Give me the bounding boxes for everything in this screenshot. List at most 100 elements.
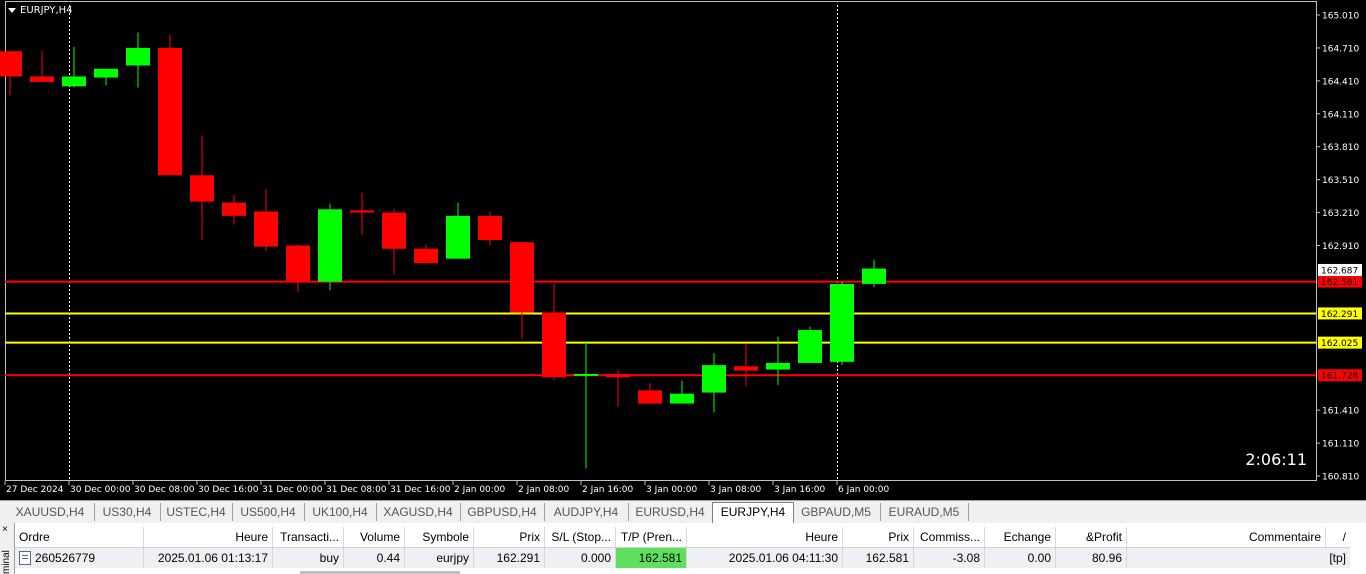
candle-body[interactable] xyxy=(830,283,854,362)
terminal-panel: × minal Ordre Heure Transacti... Volume … xyxy=(0,523,1366,574)
tab-uk100-h4[interactable]: UK100,H4 xyxy=(304,503,377,521)
candle-body[interactable] xyxy=(574,373,598,376)
time-axis-tick-label: 2 Jan 00:00 xyxy=(454,485,506,495)
candle-body[interactable] xyxy=(734,366,758,371)
candle-body[interactable] xyxy=(0,51,22,77)
time-axis-tick-label: 3 Jan 00:00 xyxy=(646,485,698,495)
level-price-label: 162.291 xyxy=(1321,310,1358,320)
candle-body[interactable] xyxy=(158,47,182,176)
chart-symbol-title[interactable]: EURJPY,H4 xyxy=(8,5,73,16)
tab-us500-h4[interactable]: US500,H4 xyxy=(232,503,305,521)
col-header-heure-close[interactable]: Heure xyxy=(686,527,843,548)
price-axis-tick-label: 161.410 xyxy=(1322,407,1359,417)
col-header-echange[interactable]: Echange xyxy=(984,527,1056,548)
candle-body[interactable] xyxy=(30,76,54,82)
tab-xauusd-h4[interactable]: XAUUSD,H4 xyxy=(6,503,95,521)
candle-body[interactable] xyxy=(94,68,118,78)
cell-type: buy xyxy=(272,547,344,568)
col-header-transaction[interactable]: Transacti... xyxy=(272,527,344,548)
col-header-commentaire[interactable]: Commentaire xyxy=(1126,527,1326,548)
time-axis-tick-label: 2 Jan 08:00 xyxy=(518,485,570,495)
terminal-close-icon[interactable]: × xyxy=(2,525,8,535)
candle-body[interactable] xyxy=(286,245,310,282)
time-axis-tick-label: 2 Jan 16:00 xyxy=(582,485,634,495)
candle-body[interactable] xyxy=(862,268,886,284)
candle-body[interactable] xyxy=(350,210,374,213)
cell-heure-close: 2025.01.06 04:11:30 xyxy=(686,547,843,568)
candle-body[interactable] xyxy=(222,202,246,216)
col-header-sl[interactable]: S/L (Stop... xyxy=(544,527,616,548)
tab-ustec-h4[interactable]: USTEC,H4 xyxy=(160,503,233,521)
chart-tab-bar: XAUUSD,H4 US30,H4 USTEC,H4 US500,H4 UK100,H4… xyxy=(0,500,1366,524)
cell-ordre: 260526779 xyxy=(15,547,144,568)
table-header-row: Ordre Heure Transacti... Volume Symbole … xyxy=(15,527,1350,548)
col-header-extra[interactable]: / xyxy=(1325,527,1350,548)
tab-eurusd-h4[interactable]: EURUSD,H4 xyxy=(628,503,713,521)
cell-heure-open: 2025.01.06 01:13:17 xyxy=(143,547,273,568)
cell-profit: 80.96 xyxy=(1055,547,1127,568)
tab-euraud-m5[interactable]: EURAUD,M5 xyxy=(880,503,969,521)
candle-body[interactable] xyxy=(606,373,630,378)
price-axis-tick-label: 163.510 xyxy=(1322,176,1359,186)
col-header-commission[interactable]: Commiss... xyxy=(913,527,985,548)
candle-body[interactable] xyxy=(446,215,470,259)
tab-gbpaud-m5[interactable]: GBPAUD,M5 xyxy=(792,503,881,521)
col-header-ordre[interactable]: Ordre xyxy=(15,527,144,548)
trade-history-table: Ordre Heure Transacti... Volume Symbole … xyxy=(15,527,1350,568)
time-axis-tick-label: 30 Dec 16:00 xyxy=(198,485,259,495)
time-axis-tick-label: 27 Dec 2024 xyxy=(6,485,64,495)
time-axis-tick-label: 31 Dec 16:00 xyxy=(390,485,451,495)
tab-eurjpy-h4[interactable]: EURJPY,H4 xyxy=(712,502,794,523)
price-axis-tick-label: 162.910 xyxy=(1322,242,1359,252)
candle-body[interactable] xyxy=(766,362,790,370)
price-axis-tick-label: 164.110 xyxy=(1322,110,1359,120)
order-document-icon xyxy=(19,551,31,566)
cell-symbole: eurjpy xyxy=(404,547,474,568)
candle-body[interactable] xyxy=(478,215,502,241)
chart-menu-triangle-icon[interactable] xyxy=(8,8,16,13)
candlestick-chart[interactable]: 165.010 164.710 164.410 164.110 163.810 163.5… xyxy=(0,0,1366,500)
time-axis-tick-label: 30 Dec 08:00 xyxy=(134,485,195,495)
level-price-label: 162.581 xyxy=(1321,278,1358,288)
col-header-symbole[interactable]: Symbole xyxy=(404,527,474,548)
candle-body[interactable] xyxy=(382,212,406,249)
candle-body[interactable] xyxy=(542,312,566,378)
candle-body[interactable] xyxy=(126,47,150,66)
candle-body[interactable] xyxy=(62,76,86,87)
cell-echange: 0.00 xyxy=(984,547,1056,568)
candle-body[interactable] xyxy=(254,211,278,247)
col-header-prix-current[interactable]: Prix xyxy=(842,527,914,548)
price-axis-tick-label: 165.010 xyxy=(1322,12,1359,22)
tab-xagusd-h4[interactable]: XAGUSD,H4 xyxy=(376,503,461,521)
bar-countdown-timer: 2:06:11 xyxy=(1245,450,1307,469)
chart-plot-frame xyxy=(5,1,1317,481)
level-price-label: 161.728 xyxy=(1321,372,1358,382)
price-axis-tick-label: 164.710 xyxy=(1322,44,1359,54)
price-axis-tick-label: 161.110 xyxy=(1322,440,1359,450)
time-axis-tick-label: 31 Dec 08:00 xyxy=(326,485,387,495)
price-axis-tick-label: 163.810 xyxy=(1322,143,1359,153)
candle-body[interactable] xyxy=(702,365,726,393)
price-chart[interactable]: 165.010 164.710 164.410 164.110 163.810 163.5… xyxy=(0,0,1366,500)
table-row[interactable]: 260526779 2025.01.06 01:13:17 buy 0.44 e… xyxy=(15,547,1350,568)
candle-body[interactable] xyxy=(190,175,214,202)
price-axis-tick-label: 160.810 xyxy=(1322,473,1359,483)
tab-gbpusd-h4[interactable]: GBPUSD,H4 xyxy=(460,503,545,521)
col-header-prix[interactable]: Prix xyxy=(473,527,545,548)
col-header-tp[interactable]: T/P (Pren... xyxy=(615,527,687,548)
tab-audjpy-h4[interactable]: AUDJPY,H4 xyxy=(544,503,629,521)
terminal-side-label: minal xyxy=(1,550,12,574)
terminal-side-strip: × minal xyxy=(0,523,15,574)
cell-prix-current: 162.581 xyxy=(842,547,914,568)
candle-body[interactable] xyxy=(414,248,438,264)
col-header-heure[interactable]: Heure xyxy=(143,527,273,548)
tab-us30-h4[interactable]: US30,H4 xyxy=(94,503,161,521)
candle-body[interactable] xyxy=(798,330,822,363)
current-price-label: 162.687 xyxy=(1321,266,1358,276)
col-header-profit[interactable]: &Profit xyxy=(1055,527,1127,548)
candle-body[interactable] xyxy=(510,242,534,313)
col-header-volume[interactable]: Volume xyxy=(343,527,405,548)
candle-body[interactable] xyxy=(670,393,694,404)
candle-body[interactable] xyxy=(318,209,342,282)
candle-body[interactable] xyxy=(638,390,662,404)
